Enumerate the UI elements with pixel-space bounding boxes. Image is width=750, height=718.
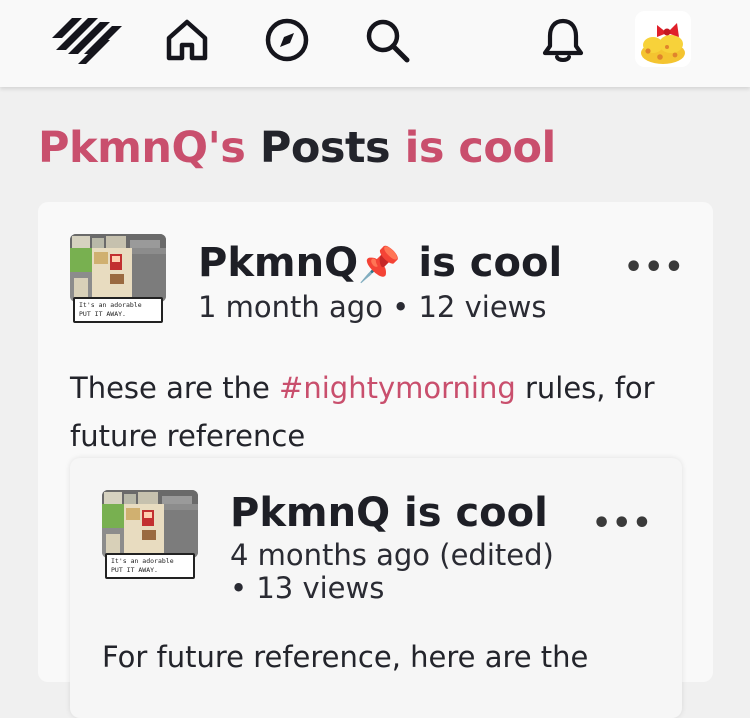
pin-icon: 📌 (358, 245, 401, 285)
hashtag-link[interactable]: #nightymorning (279, 371, 516, 405)
page-title: PkmnQ's Posts is cool (38, 118, 556, 178)
dialog-line-2: PUT IT AWAY. (111, 566, 158, 574)
user-avatar[interactable] (635, 11, 691, 67)
game-screenshot-image (102, 490, 198, 558)
game-dialog-box: It's an adorable PUT IT AWAY. (73, 297, 163, 323)
page-title-suffix: is cool (404, 123, 557, 173)
quoted-author-avatar[interactable]: It's an adorable PUT IT AWAY. (102, 490, 198, 584)
dialog-line-2: PUT IT AWAY. (79, 310, 126, 318)
dialog-line-1: It's an adorable (79, 301, 142, 309)
explore-icon[interactable] (264, 17, 310, 63)
quoted-post-card[interactable]: It's an adorable PUT IT AWAY. PkmnQ is c… (70, 458, 682, 718)
post-meta: 1 month ago • 12 views (198, 290, 547, 324)
dialog-line-1: It's an adorable (111, 557, 174, 565)
game-screenshot-image (70, 234, 166, 302)
post-body-prefix: These are the (70, 371, 280, 405)
post-author-name[interactable]: PkmnQ (198, 240, 358, 286)
post-card: It's an adorable PUT IT AWAY. PkmnQ📌 is … (38, 202, 713, 718)
quoted-meta-time: 4 months ago (edited) (230, 538, 554, 572)
notifications-icon[interactable] (540, 16, 586, 64)
game-dialog-box: It's an adorable PUT IT AWAY. (105, 553, 195, 579)
post-author-suffix: is cool (418, 240, 563, 286)
page-title-word: Posts (259, 123, 391, 173)
quoted-meta-views: • 13 views (230, 571, 385, 605)
quoted-post-body: For future reference, here are the (102, 640, 589, 674)
post-more-options-button[interactable]: ••• (624, 250, 685, 285)
home-icon[interactable] (164, 17, 210, 63)
search-icon[interactable] (364, 17, 412, 65)
quoted-more-options-button[interactable]: ••• (592, 506, 653, 541)
top-navigation-bar (0, 0, 750, 87)
logo-icon[interactable] (52, 14, 124, 66)
post-author-avatar[interactable]: It's an adorable PUT IT AWAY. (70, 234, 166, 328)
post-body: These are the #nightymorning rules, for … (70, 364, 690, 460)
post-author-line: PkmnQ📌 is cool (198, 240, 562, 288)
page-title-username: PkmnQ's (38, 123, 246, 173)
quoted-author-name[interactable]: PkmnQ is cool (230, 490, 548, 536)
